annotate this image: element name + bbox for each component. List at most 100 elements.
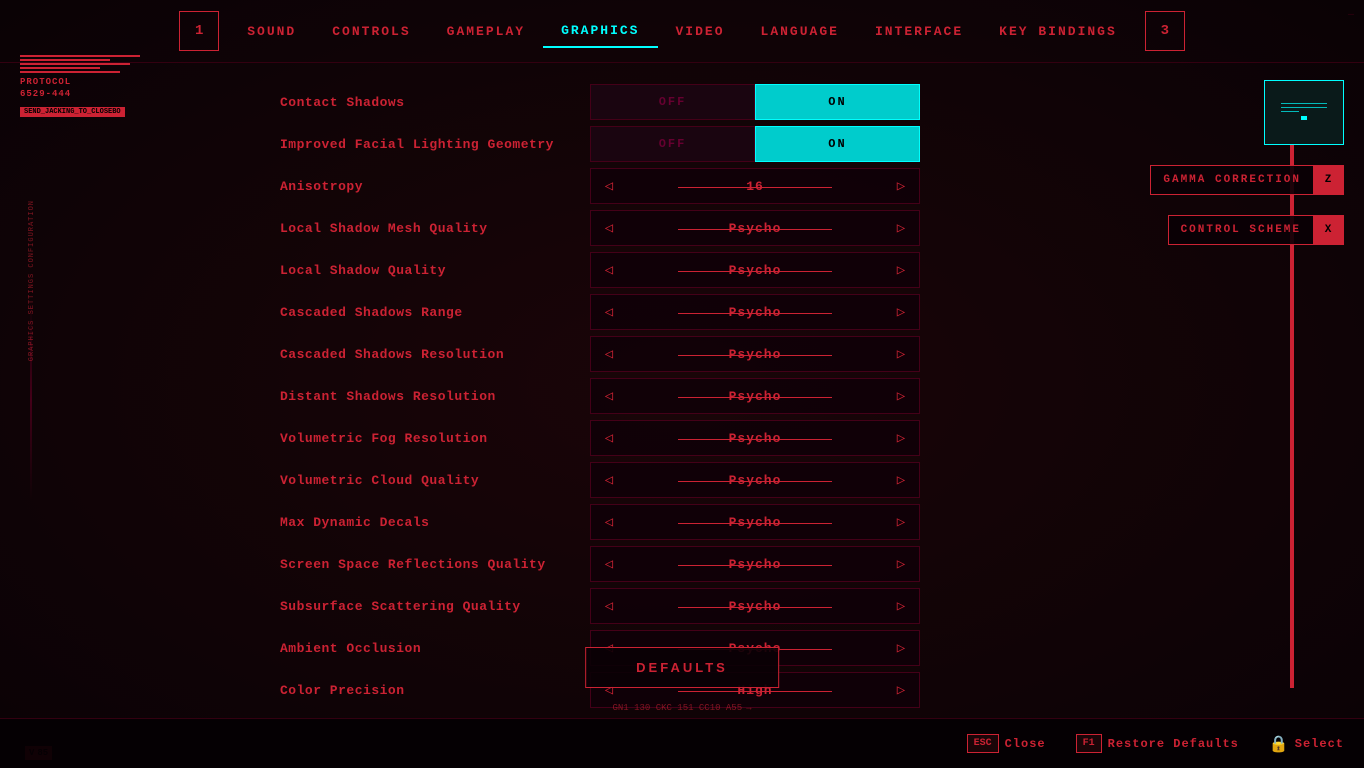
arrow-right-distant-shadows[interactable]: ▷: [883, 379, 919, 413]
arrow-anisotropy: ◁ 16 ▷: [590, 168, 920, 204]
setting-row-distant-shadows: Distant Shadows Resolution ◁ Psycho ▷: [280, 377, 1284, 415]
restore-key: F1: [1076, 734, 1102, 753]
corner-decoration: —: [1348, 10, 1354, 21]
arrow-value-distant-shadows: Psycho: [627, 389, 883, 404]
arrow-left-vol-fog[interactable]: ◁: [591, 421, 627, 455]
arrow-value-cascaded-res: Psycho: [627, 347, 883, 362]
arrow-left-sss[interactable]: ◁: [591, 589, 627, 623]
arrow-value-decals: Psycho: [627, 515, 883, 530]
close-key: ESC: [967, 734, 999, 753]
nav-gameplay[interactable]: GAMEPLAY: [429, 16, 543, 47]
value-underline-cascaded-res: [678, 355, 832, 356]
arrow-distant-shadows: ◁ Psycho ▷: [590, 378, 920, 414]
setting-row-sss: Subsurface Scattering Quality ◁ Psycho ▷: [280, 587, 1284, 625]
setting-label-distant-shadows: Distant Shadows Resolution: [280, 389, 590, 404]
logo-line-4: [20, 67, 100, 69]
arrow-right-sss[interactable]: ▷: [883, 589, 919, 623]
preview-box: [1264, 80, 1344, 145]
value-underline-vol-fog: [678, 439, 832, 440]
value-underline-decals: [678, 523, 832, 524]
defaults-button[interactable]: DEFAULTS: [585, 647, 779, 688]
nav-number-1: 1: [179, 11, 219, 51]
close-label: Close: [1005, 737, 1046, 751]
preview-line-3: [1281, 111, 1300, 112]
arrow-value-ssr: Psycho: [627, 557, 883, 572]
nav-key-bindings[interactable]: KEY BINDINGS: [981, 16, 1135, 47]
arrow-ssr: ◁ Psycho ▷: [590, 546, 920, 582]
nav-interface[interactable]: INTERFACE: [857, 16, 981, 47]
arrow-cascaded-res: ◁ Psycho ▷: [590, 336, 920, 372]
control-scheme-button[interactable]: CONTROL SCHEME X: [1168, 215, 1344, 245]
toggle-off-facial-lighting[interactable]: OFF: [590, 126, 755, 162]
value-underline-distant-shadows: [678, 397, 832, 398]
arrow-right-ao[interactable]: ▷: [883, 631, 919, 665]
arrow-right-decals[interactable]: ▷: [883, 505, 919, 539]
preview-dot: [1301, 116, 1307, 120]
select-action[interactable]: 🔒 Select: [1269, 734, 1344, 754]
setting-row-decals: Max Dynamic Decals ◁ Psycho ▷: [280, 503, 1284, 541]
value-underline-shadow-quality: [678, 271, 832, 272]
arrow-left-cascaded-res[interactable]: ◁: [591, 337, 627, 371]
value-underline-cascaded-range: [678, 313, 832, 314]
arrow-left-vol-cloud[interactable]: ◁: [591, 463, 627, 497]
select-label: Select: [1295, 737, 1344, 751]
toggle-contact-shadows[interactable]: OFF ON: [590, 84, 920, 120]
restore-label: Restore Defaults: [1108, 737, 1239, 751]
control-scheme-label: CONTROL SCHEME: [1169, 216, 1313, 244]
gamma-correction-button[interactable]: GAMMA CORRECTION Z: [1150, 165, 1344, 195]
nav-controls[interactable]: CONTROLS: [314, 16, 428, 47]
arrow-left-distant-shadows[interactable]: ◁: [591, 379, 627, 413]
toggle-facial-lighting[interactable]: OFF ON: [590, 126, 920, 162]
arrow-left-cascaded-range[interactable]: ◁: [591, 295, 627, 329]
setting-label-cascaded-range: Cascaded Shadows Range: [280, 305, 590, 320]
nav-number-3: 3: [1145, 11, 1185, 51]
setting-row-color-precision: Color Precision ◁ High ▷: [280, 671, 1284, 708]
toggle-on-facial-lighting[interactable]: ON: [755, 126, 920, 162]
bottom-bar: ESC Close F1 Restore Defaults 🔒 Select: [0, 718, 1364, 768]
arrow-value-vol-cloud: Psycho: [627, 473, 883, 488]
close-action[interactable]: ESC Close: [967, 734, 1046, 753]
arrow-left-ssr[interactable]: ◁: [591, 547, 627, 581]
arrow-right-cascaded-range[interactable]: ▷: [883, 295, 919, 329]
arrow-left-decals[interactable]: ◁: [591, 505, 627, 539]
arrow-vol-cloud: ◁ Psycho ▷: [590, 462, 920, 498]
arrow-right-color-precision[interactable]: ▷: [883, 673, 919, 707]
arrow-right-vol-fog[interactable]: ▷: [883, 421, 919, 455]
arrow-right-shadow-quality[interactable]: ▷: [883, 253, 919, 287]
arrow-shadow-mesh: ◁ Psycho ▷: [590, 210, 920, 246]
arrow-sss: ◁ Psycho ▷: [590, 588, 920, 624]
arrow-cascaded-range: ◁ Psycho ▷: [590, 294, 920, 330]
setting-label-cascaded-res: Cascaded Shadows Resolution: [280, 347, 590, 362]
logo-line-5: [20, 71, 120, 73]
toggle-on-contact-shadows[interactable]: ON: [755, 84, 920, 120]
restore-action[interactable]: F1 Restore Defaults: [1076, 734, 1239, 753]
setting-row-shadow-quality: Local Shadow Quality ◁ Psycho ▷: [280, 251, 1284, 289]
arrow-right-ssr[interactable]: ▷: [883, 547, 919, 581]
nav-video[interactable]: VIDEO: [658, 16, 743, 47]
arrow-left-shadow-mesh[interactable]: ◁: [591, 211, 627, 245]
right-panel: GAMMA CORRECTION Z CONTROL SCHEME X: [1124, 80, 1344, 245]
value-underline-ssr: [678, 565, 832, 566]
arrow-value-vol-fog: Psycho: [627, 431, 883, 446]
setting-label-ao: Ambient Occlusion: [280, 641, 590, 656]
arrow-right-shadow-mesh[interactable]: ▷: [883, 211, 919, 245]
value-underline-anisotropy: [678, 187, 832, 188]
arrow-value-cascaded-range: Psycho: [627, 305, 883, 320]
arrow-right-cascaded-res[interactable]: ▷: [883, 337, 919, 371]
arrow-right-anisotropy[interactable]: ▷: [883, 169, 919, 203]
setting-label-decals: Max Dynamic Decals: [280, 515, 590, 530]
nav-graphics[interactable]: GRAPHICS: [543, 15, 657, 48]
arrow-left-anisotropy[interactable]: ◁: [591, 169, 627, 203]
nav-sound[interactable]: SOUND: [229, 16, 314, 47]
value-underline-shadow-mesh: [678, 229, 832, 230]
toggle-off-contact-shadows[interactable]: OFF: [590, 84, 755, 120]
arrow-value-anisotropy: 16: [627, 179, 883, 194]
setting-label-sss: Subsurface Scattering Quality: [280, 599, 590, 614]
arrow-left-shadow-quality[interactable]: ◁: [591, 253, 627, 287]
setting-label-ssr: Screen Space Reflections Quality: [280, 557, 590, 572]
defaults-area: DEFAULTS: [585, 647, 779, 688]
logo-badge: SEND_JACKING_TO_CLOSEBO: [20, 107, 125, 117]
logo-line-3: [20, 63, 130, 65]
arrow-right-vol-cloud[interactable]: ▷: [883, 463, 919, 497]
nav-language[interactable]: LANGUAGE: [743, 16, 857, 47]
